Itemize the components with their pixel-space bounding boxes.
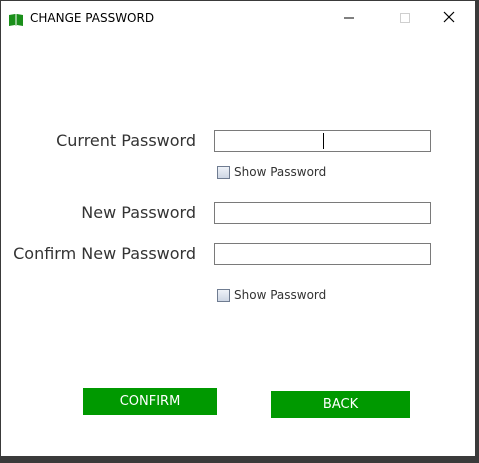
maximize-button[interactable] <box>387 5 423 29</box>
confirm-new-password-field[interactable] <box>214 243 431 265</box>
confirm-button[interactable]: CONFIRM <box>83 388 217 415</box>
new-password-field[interactable] <box>214 202 431 224</box>
book-icon <box>9 11 23 26</box>
checkbox-box[interactable] <box>217 165 230 179</box>
close-button[interactable] <box>431 5 467 29</box>
show-current-password-checkbox[interactable]: Show Password <box>217 165 326 179</box>
current-password-field[interactable] <box>214 130 431 152</box>
show-password-label: Show Password <box>234 165 327 179</box>
change-password-window: CHANGE PASSWORD Current Password Show Pa… <box>1 1 475 456</box>
close-icon <box>443 8 455 27</box>
maximize-icon <box>400 8 410 27</box>
new-password-label: New Password <box>81 203 196 222</box>
checkbox-box[interactable] <box>217 288 230 302</box>
title-bar: CHANGE PASSWORD <box>1 1 475 33</box>
show-new-password-checkbox[interactable]: Show Password <box>217 288 326 302</box>
confirm-new-password-label: Confirm New Password <box>13 244 196 263</box>
current-password-label: Current Password <box>56 131 196 150</box>
show-password-label: Show Password <box>234 288 327 302</box>
minimize-button[interactable] <box>331 5 367 29</box>
minimize-icon <box>344 8 354 27</box>
window-title: CHANGE PASSWORD <box>30 11 155 25</box>
text-caret <box>323 133 324 149</box>
back-button[interactable]: BACK <box>271 391 410 418</box>
